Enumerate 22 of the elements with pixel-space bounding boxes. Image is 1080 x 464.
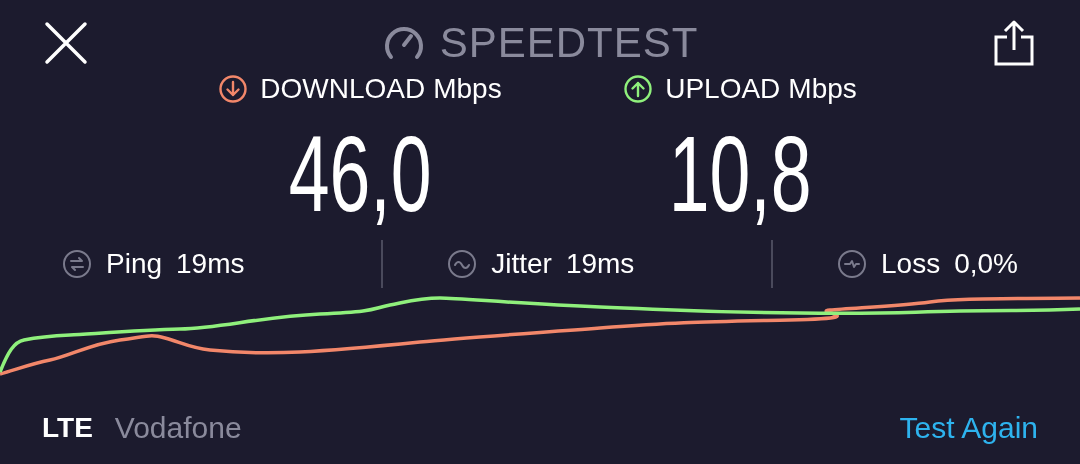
result-value: 46,0 [288,120,432,228]
arrows-icon [62,249,92,279]
result-label: UPLOAD [665,75,781,103]
carrier-name: Vodafone [114,410,242,446]
stat-value: 19ms [565,247,635,281]
test-again-link[interactable]: Test Again [899,405,1038,450]
result-label: DOWNLOAD [260,75,426,103]
stat-value: 0,0% [954,247,1018,281]
share-icon [992,20,1036,66]
stat-label: Loss [881,247,941,281]
close-button[interactable] [42,19,90,67]
app-title: SPEEDTEST [439,22,699,64]
result-value: 10,8 [668,120,812,228]
network-type: LTE [42,410,93,445]
result-unit: Mbps [788,75,857,103]
close-icon [44,21,88,65]
stat-label: Jitter [491,247,552,281]
stat-value: 19ms [176,247,245,281]
result-unit: Mbps [433,75,502,103]
pulse-icon [837,249,867,279]
stat-label: Ping [106,247,163,281]
wave-icon [447,249,478,279]
